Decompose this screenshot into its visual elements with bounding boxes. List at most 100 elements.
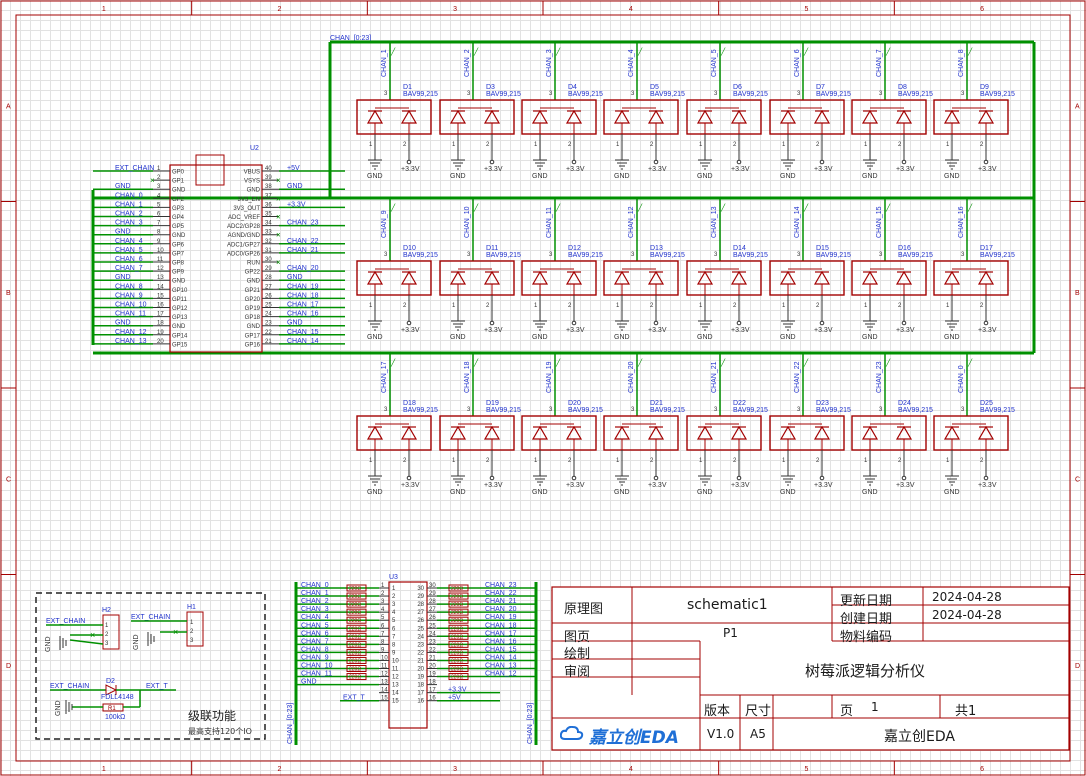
part-value: BAV99,215 [403,407,438,414]
u3-pin-name: 12 [392,675,399,681]
diode-body [686,415,762,451]
u3-pin-name: 3 [392,602,396,608]
u3-pin-number: 24 [429,631,436,637]
pin-number: 3 [467,252,471,258]
pin-number: 1 [864,303,868,309]
no-connect-mark: × [276,213,281,222]
resistor-value: 220Ω [349,602,361,608]
resistor-value: 220Ω [451,618,463,624]
vcc-circle [736,159,742,165]
vcc-label: +3.3V [401,327,420,334]
bus-entry: ╱ [720,203,726,212]
u2-pin-number: 40 [265,166,272,172]
u2-pin-name: VSYS [244,179,260,185]
bus-entry: ╱ [967,358,973,367]
pin-number: 2 [898,458,902,464]
pin-number: 1 [864,458,868,464]
vcc-circle [653,475,659,481]
pin-number: 2 [486,303,490,309]
u3-net-label: CHAN_9 [301,654,329,661]
vcc-circle [571,320,577,326]
pin-number: 3 [384,252,388,258]
designator: D21 [650,400,663,407]
diode-body [603,415,679,451]
tb-bom-label: 物料编码 [840,630,893,645]
net-label: CHAN_0 [958,365,965,393]
pin-number: 3 [879,407,883,413]
diode-body [686,260,762,296]
net-label: CHAN_23 [876,361,883,393]
vcc-label: +3.3V [484,327,503,334]
diode-d24: CHAN_23 ╱ D24BAV99,215 3 1 2 GND +3.3V [851,354,933,496]
diode-d8: CHAN_7 ╱ D8BAV99,215 3 1 2 GND +3.3V [851,43,933,180]
gnd-label: GND [862,489,878,496]
gnd-label: GND [614,489,630,496]
bus-entry: ╱ [473,47,479,56]
designator: D11 [486,245,498,252]
gnd-label: GND [133,634,140,650]
gnd-label: GND [450,173,466,180]
u3-net-label: CHAN_5 [301,622,329,629]
diode-body [603,260,679,296]
tb-schematic-label: 原理图 [564,602,604,617]
u3-pin-number: 14 [381,688,388,694]
col-label-top: 2 [278,6,282,13]
pin-number: 2 [733,303,737,309]
gnd-label: GND [45,636,52,652]
u3-pin-name: 21 [417,658,424,664]
designator: D15 [816,245,829,252]
row-label-left: D [6,663,11,670]
diode-d1: CHAN_1 ╱ D1BAV99,215 3 1 2 GND +3.3V [356,43,438,180]
u2-pin-number: 18 [157,321,164,327]
net-label: CHAN_1 [381,49,388,77]
u3-pin-name: 15 [392,699,399,705]
vcc-label: +3.3V [896,327,915,334]
bus-entry: ╱ [720,47,726,56]
gnd-label: GND [780,489,796,496]
pin-number: 1 [699,303,703,309]
diode-triangle [813,270,831,285]
diode-triangle [779,425,797,440]
diode-d20: CHAN_19 ╱ D20BAV99,215 3 1 2 GND +3.3V [521,354,603,496]
designator: D19 [486,400,499,407]
designator: D1 [403,84,412,91]
diode-triangle [613,425,631,440]
pin-number: 3 [631,91,635,97]
vcc-circle [819,320,825,326]
u3-pin-number: 28 [429,599,436,605]
diode-body [933,415,1009,451]
resistor-value: 220Ω [349,642,361,648]
diode-body [603,99,679,135]
ext-t-label: EXT_T [146,683,169,690]
u2-pin-number: 19 [157,330,164,336]
u3-pin-number: 22 [429,647,436,653]
pin-number: 3 [797,91,801,97]
part-value: BAV99,215 [403,252,438,259]
u3-net-label: CHAN_4 [301,614,329,621]
vcc-circle [653,159,659,165]
bus-entry: ╱ [637,358,643,367]
designator: D13 [650,245,663,252]
u3-net-label: CHAN_12 [485,671,517,678]
u2-pin-number: 32 [265,239,272,245]
pin-number: 1 [452,142,456,148]
pin-number: 1 [452,303,456,309]
tb-drawn-label: 绘制 [564,647,591,662]
u2-pin-name: GP19 [245,306,261,312]
pin-number: 2 [980,303,984,309]
u3-pin-number: 25 [429,623,436,629]
vcc-label: +3.3V [896,166,915,173]
u3-pin-name: 6 [392,626,396,632]
u3-net-label: CHAN_10 [301,663,333,670]
resistor-value: 220Ω [349,610,361,616]
pin-number: 3 [714,91,718,97]
u3-net-label: +3.3V [448,687,467,694]
row-label-right: A [1075,103,1080,110]
col-label-bottom: 3 [453,766,457,773]
diode-triangle [943,270,961,285]
u2-pin-number: 37 [265,193,272,199]
diode-triangle [613,109,631,124]
u3-net-label: CHAN_23 [485,582,517,589]
diode-triangle [483,109,501,124]
part-value: BAV99,215 [733,91,768,98]
